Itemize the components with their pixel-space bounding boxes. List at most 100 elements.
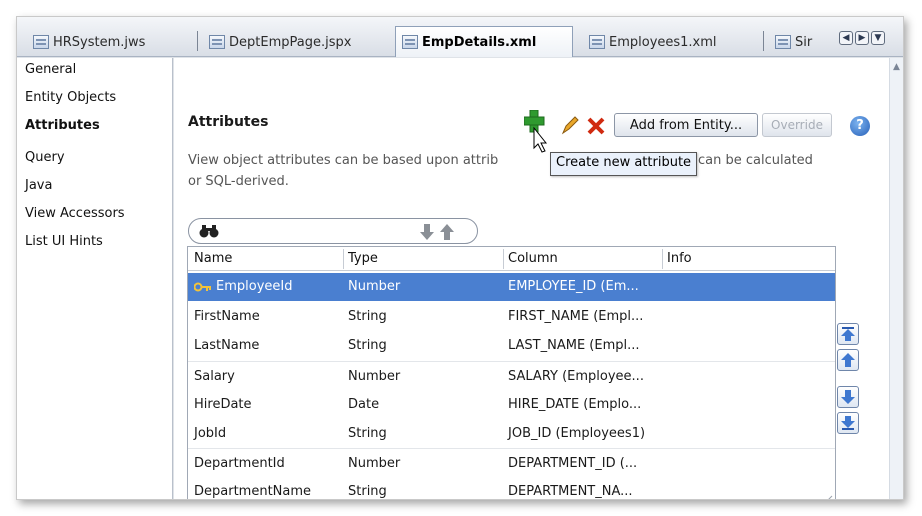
move-to-bottom-button[interactable] <box>837 412 859 434</box>
tab-label: Employees1.xml <box>609 34 717 50</box>
sidebar-item-general[interactable]: General <box>25 62 76 77</box>
table-row[interactable]: DepartmentId Number DEPARTMENT_ID (... <box>188 450 835 478</box>
delete-attribute-icon[interactable] <box>586 116 606 136</box>
move-down-button[interactable] <box>837 386 859 408</box>
row-divider <box>188 361 835 362</box>
tab-label: HRSystem.jws <box>53 34 146 50</box>
description-line1: View object attributes can be based upon… <box>188 153 499 168</box>
tab-employees1[interactable]: Employees1.xml <box>583 29 723 55</box>
cell-name: FirstName <box>194 309 260 324</box>
tab-scroll-right-icon[interactable]: ▶ <box>855 31 869 45</box>
description: View object attributes can be based upon… <box>188 150 878 192</box>
override-button[interactable]: Override <box>762 113 832 137</box>
cell-column: DEPARTMENT_NA... <box>508 484 633 499</box>
tab-separator <box>763 31 764 51</box>
cell-type: String <box>348 484 387 499</box>
tab-scroll-left-icon[interactable]: ◀ <box>839 31 853 45</box>
section-title: Attributes <box>188 114 269 130</box>
attribute-search-input[interactable] <box>188 218 478 244</box>
cell-type: Number <box>348 456 401 471</box>
attributes-panel: Attributes Add from Entity... Override ?… <box>174 58 903 500</box>
edit-attribute-icon[interactable] <box>560 114 580 136</box>
jspx-file-icon <box>209 35 225 49</box>
table-row[interactable]: Salary Number SALARY (Employee... <box>188 363 835 391</box>
tab-hrsystem[interactable]: HRSystem.jws <box>27 29 151 55</box>
table-row[interactable]: DepartmentName String DEPARTMENT_NA... <box>188 478 835 499</box>
cell-column: HIRE_DATE (Emplo... <box>508 397 642 412</box>
table-row[interactable]: HireDate Date HIRE_DATE (Emplo... <box>188 391 835 419</box>
cell-name: LastName <box>194 338 260 353</box>
tab-separator <box>197 31 198 51</box>
column-divider[interactable] <box>503 249 504 269</box>
cell-name: DepartmentId <box>194 456 285 471</box>
cell-type: Number <box>348 279 401 294</box>
description-line2: or SQL-derived. <box>188 174 289 189</box>
help-icon[interactable]: ? <box>850 116 870 136</box>
tab-label: Sir <box>795 34 813 50</box>
cell-name: HireDate <box>194 397 252 412</box>
cell-type: Date <box>348 397 380 412</box>
vertical-scrollbar[interactable]: ▲ <box>889 58 903 499</box>
move-top-icon <box>841 327 855 341</box>
entity-file-icon <box>589 35 605 49</box>
row-divider <box>188 448 835 449</box>
table-row[interactable]: JobId String JOB_ID (Employees1) <box>188 420 835 448</box>
tab-deptemppage[interactable]: DeptEmpPage.jspx <box>197 29 357 55</box>
sidebar-item-view-accessors[interactable]: View Accessors <box>25 206 125 221</box>
cell-name: JobId <box>194 426 227 441</box>
resize-grip-icon[interactable] <box>821 493 833 500</box>
sidebar-item-entity-objects[interactable]: Entity Objects <box>25 90 116 105</box>
move-to-top-button[interactable] <box>837 323 859 345</box>
table-row[interactable]: EmployeeId Number EMPLOYEE_ID (Em... <box>188 273 835 301</box>
cell-type: String <box>348 309 387 324</box>
cell-column: LAST_NAME (Empl... <box>508 338 640 353</box>
cell-column: SALARY (Employee... <box>508 369 644 384</box>
scroll-up-icon[interactable]: ▲ <box>893 62 900 72</box>
arrow-up-icon[interactable] <box>439 223 455 241</box>
file-icon <box>775 35 791 49</box>
move-bottom-icon <box>841 416 855 430</box>
tab-empdetails[interactable]: EmpDetails.xml <box>395 26 573 57</box>
tab-label: DeptEmpPage.jspx <box>229 34 352 50</box>
cell-type: String <box>348 338 387 353</box>
sidebar-item-attributes[interactable]: Attributes <box>25 118 100 133</box>
view-object-file-icon <box>402 35 418 49</box>
cell-column: JOB_ID (Employees1) <box>508 426 646 441</box>
arrow-down-icon[interactable] <box>419 223 435 241</box>
move-down-icon <box>841 390 855 404</box>
column-divider[interactable] <box>343 249 344 269</box>
add-attribute-icon[interactable] <box>524 110 550 154</box>
tooltip: Create new attribute <box>550 152 698 176</box>
sidebar-item-list-ui-hints[interactable]: List UI Hints <box>25 234 103 249</box>
cell-name: EmployeeId <box>216 279 293 294</box>
add-from-entity-button[interactable]: Add from Entity... <box>614 113 758 137</box>
workspace-file-icon <box>33 35 49 49</box>
column-header-type[interactable]: Type <box>348 251 378 266</box>
cell-column: DEPARTMENT_ID (... <box>508 456 638 471</box>
cell-name: Salary <box>194 369 235 384</box>
editor-tab-bar: HRSystem.jws DeptEmpPage.jspx EmpDetails… <box>17 17 903 57</box>
column-divider[interactable] <box>662 249 663 269</box>
move-up-icon <box>841 353 855 367</box>
column-header-name[interactable]: Name <box>194 251 232 266</box>
overview-sidebar: General Entity Objects Attributes Query … <box>17 58 173 499</box>
cell-type: Number <box>348 369 401 384</box>
table-header: Name Type Column Info <box>188 247 835 271</box>
sidebar-item-java[interactable]: Java <box>25 178 52 193</box>
cell-type: String <box>348 426 387 441</box>
primary-key-icon <box>194 282 211 292</box>
binoculars-icon[interactable] <box>199 224 219 238</box>
table-row[interactable]: LastName String LAST_NAME (Empl... <box>188 332 835 360</box>
tab-sir[interactable]: Sir <box>763 29 818 55</box>
table-row[interactable]: FirstName String FIRST_NAME (Empl... <box>188 303 835 331</box>
tab-label: EmpDetails.xml <box>422 34 537 50</box>
sidebar-item-query[interactable]: Query <box>25 150 65 165</box>
move-up-button[interactable] <box>837 349 859 371</box>
editor-window: HRSystem.jws DeptEmpPage.jspx EmpDetails… <box>16 16 904 500</box>
cell-column: EMPLOYEE_ID (Em... <box>508 279 639 294</box>
tab-list-dropdown-icon[interactable]: ▼ <box>871 31 885 45</box>
attributes-table: Name Type Column Info EmployeeId Number … <box>187 246 836 500</box>
column-header-info[interactable]: Info <box>667 251 692 266</box>
column-header-column[interactable]: Column <box>508 251 558 266</box>
cell-name: DepartmentName <box>194 484 312 499</box>
